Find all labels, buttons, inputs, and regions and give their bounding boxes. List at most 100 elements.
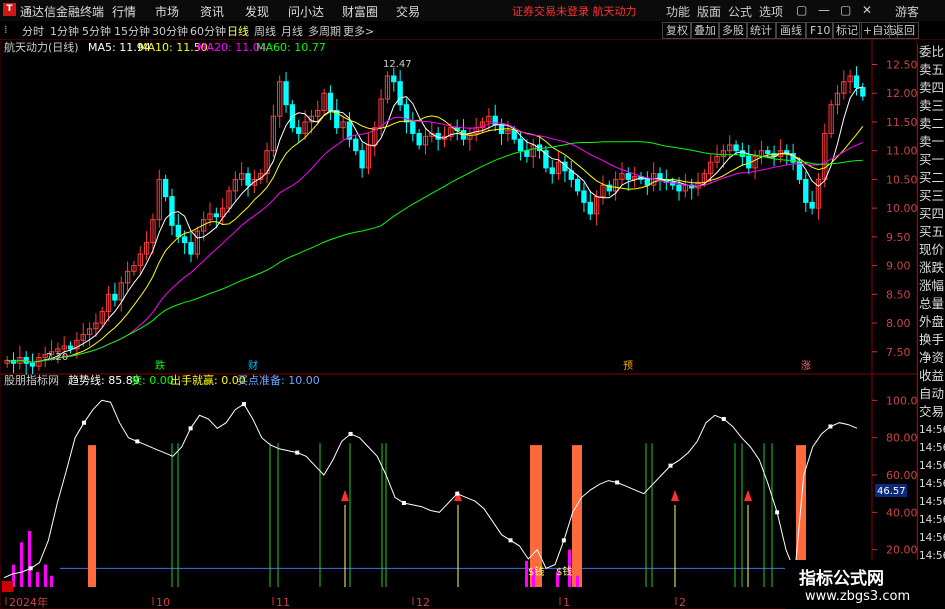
side-item[interactable]: 14:56 [919,530,945,546]
login-notice[interactable]: 证券交易未登录 航天动力 [512,3,637,19]
indicator-tick-label: 80.00 [886,432,917,445]
candle-body [181,236,188,244]
trend-point [135,439,140,444]
tab-more[interactable]: 更多> [343,23,374,39]
f10-button[interactable]: F10 [806,22,835,39]
options-button[interactable]: 选项 [759,3,783,20]
event-tag-down[interactable]: 跌 [155,359,165,372]
trend-point [348,431,353,436]
menu-ask[interactable]: 问小达 [288,3,324,20]
event-tag-up[interactable]: 涨 [801,360,811,372]
price-tick-label: 7.50 [886,346,911,359]
menu-trade[interactable]: 交易 [396,3,420,20]
candle-body [245,173,251,186]
overlay-button[interactable]: 叠加 [690,22,720,39]
kline-chart[interactable]: 航天动力(日线) MA5: 11.94 MA10: 11.50 MA20: 11… [0,39,917,609]
draw-button[interactable]: 画线 [776,22,806,39]
side-item[interactable]: 14:56 [919,422,945,438]
side-item[interactable]: 买四 [919,206,944,222]
side-item[interactable]: 外盘 [919,314,944,330]
function-button[interactable]: 功能 [666,3,690,20]
menu-discover[interactable]: 发现 [245,3,269,20]
tab-5min[interactable]: 5分钟 [82,23,111,39]
menu-wealth[interactable]: 财富圈 [342,3,378,20]
candle-body [175,224,181,238]
side-item[interactable]: 交易 [919,404,944,420]
trend-point [295,450,300,455]
restore-icon[interactable]: ▢ [796,3,807,17]
period-toolbar: ⁞ 分时 1分钟 5分钟 15分钟 30分钟 60分钟 日线 周线 月线 多周期… [0,21,945,40]
tab-daily[interactable]: 日线 [227,23,249,39]
buy-ready-value: 买点准备: 10.00 [237,373,320,387]
price-tick-label: 8.50 [886,288,911,301]
side-item[interactable]: 自动 [919,386,944,402]
back-button[interactable]: 返回 [889,22,919,39]
side-item[interactable]: 卖三 [919,98,944,114]
side-item[interactable]: 14:56 [919,476,945,492]
menu-quotes[interactable]: 行情 [112,3,136,20]
tab-weekly[interactable]: 周线 [254,23,276,39]
side-item[interactable]: 委比 [919,44,944,60]
side-item[interactable]: 卖五 [919,62,944,78]
side-item[interactable]: 14:56 [919,458,945,474]
volume-spike [20,542,23,587]
maximize-icon[interactable]: ▢ [840,3,851,17]
multi-stock-button[interactable]: 多股 [718,22,748,39]
side-item[interactable]: 卖一 [919,134,944,150]
tab-monthly[interactable]: 月线 [281,23,303,39]
side-item[interactable]: 换手 [919,332,944,348]
guest-button[interactable]: 游客 [895,3,919,20]
side-item[interactable]: 涨幅 [919,278,944,294]
candle-body [283,81,289,106]
volume-spike [50,575,53,587]
side-item[interactable]: 净资 [919,350,944,366]
side-item[interactable]: 14:56 [919,512,945,528]
price-tick-label: 9.50 [886,231,911,244]
candle-body [809,201,815,209]
event-tag-report[interactable]: 财 [248,359,258,372]
ma-lines [7,86,864,363]
candle-body [296,127,302,134]
minimize-icon[interactable]: — [818,3,830,17]
side-item[interactable]: 买二 [919,170,944,186]
tab-multi-period[interactable]: 多周期 [308,23,341,39]
menu-news[interactable]: 资讯 [200,3,224,20]
price-axis: 12.50 12.00 11.50 11.00 10.50 10.00 9.50 9.00 8.… [872,58,917,359]
tab-15min[interactable]: 15分钟 [114,23,150,39]
candle-body [213,213,219,218]
tab-30min[interactable]: 30分钟 [152,23,188,39]
event-tag-forecast[interactable]: 预 [623,360,633,372]
side-item[interactable]: 14:56 [919,494,945,510]
trend-point [721,417,726,421]
tab-intraday[interactable]: 分时 [22,23,44,39]
side-item[interactable]: 买三 [919,188,944,204]
side-item[interactable]: 卖二 [919,116,944,132]
side-item[interactable]: 买五 [919,224,944,240]
buy-arrow-icon [671,489,679,502]
app-logo-icon: T [3,3,16,16]
side-item[interactable]: 涨跌 [919,260,944,276]
stats-button[interactable]: 统计 [746,22,776,39]
candle-body [67,345,74,350]
candles [4,66,866,375]
side-item[interactable]: 总量 [919,296,944,312]
side-item[interactable]: 收益 [919,368,944,384]
tab-60min[interactable]: 60分钟 [190,23,226,39]
side-item[interactable]: 卖四 [919,80,944,96]
side-item[interactable]: 14:56 [919,440,945,456]
side-item[interactable]: 现价 [919,242,944,258]
candle-body [549,167,555,175]
close-icon[interactable]: ✕ [862,3,872,17]
menu-bar: T 通达信金融终端 行情 市场 资讯 发现 问小达 财富圈 交易 证券交易未登录… [0,0,945,22]
candle-body [803,178,809,203]
candle-body [353,138,359,152]
tab-1min[interactable]: 1分钟 [50,23,79,39]
side-item[interactable]: 买一 [919,152,944,168]
layout-button[interactable]: 版面 [697,3,721,20]
menu-market[interactable]: 市场 [155,3,179,20]
adjust-button[interactable]: 复权 [662,22,692,39]
trend-value: 趋势线: 85.89 [68,373,140,387]
candle-body [524,150,530,157]
mark-button[interactable]: 标记 [832,22,862,39]
formula-button[interactable]: 公式 [728,3,752,20]
